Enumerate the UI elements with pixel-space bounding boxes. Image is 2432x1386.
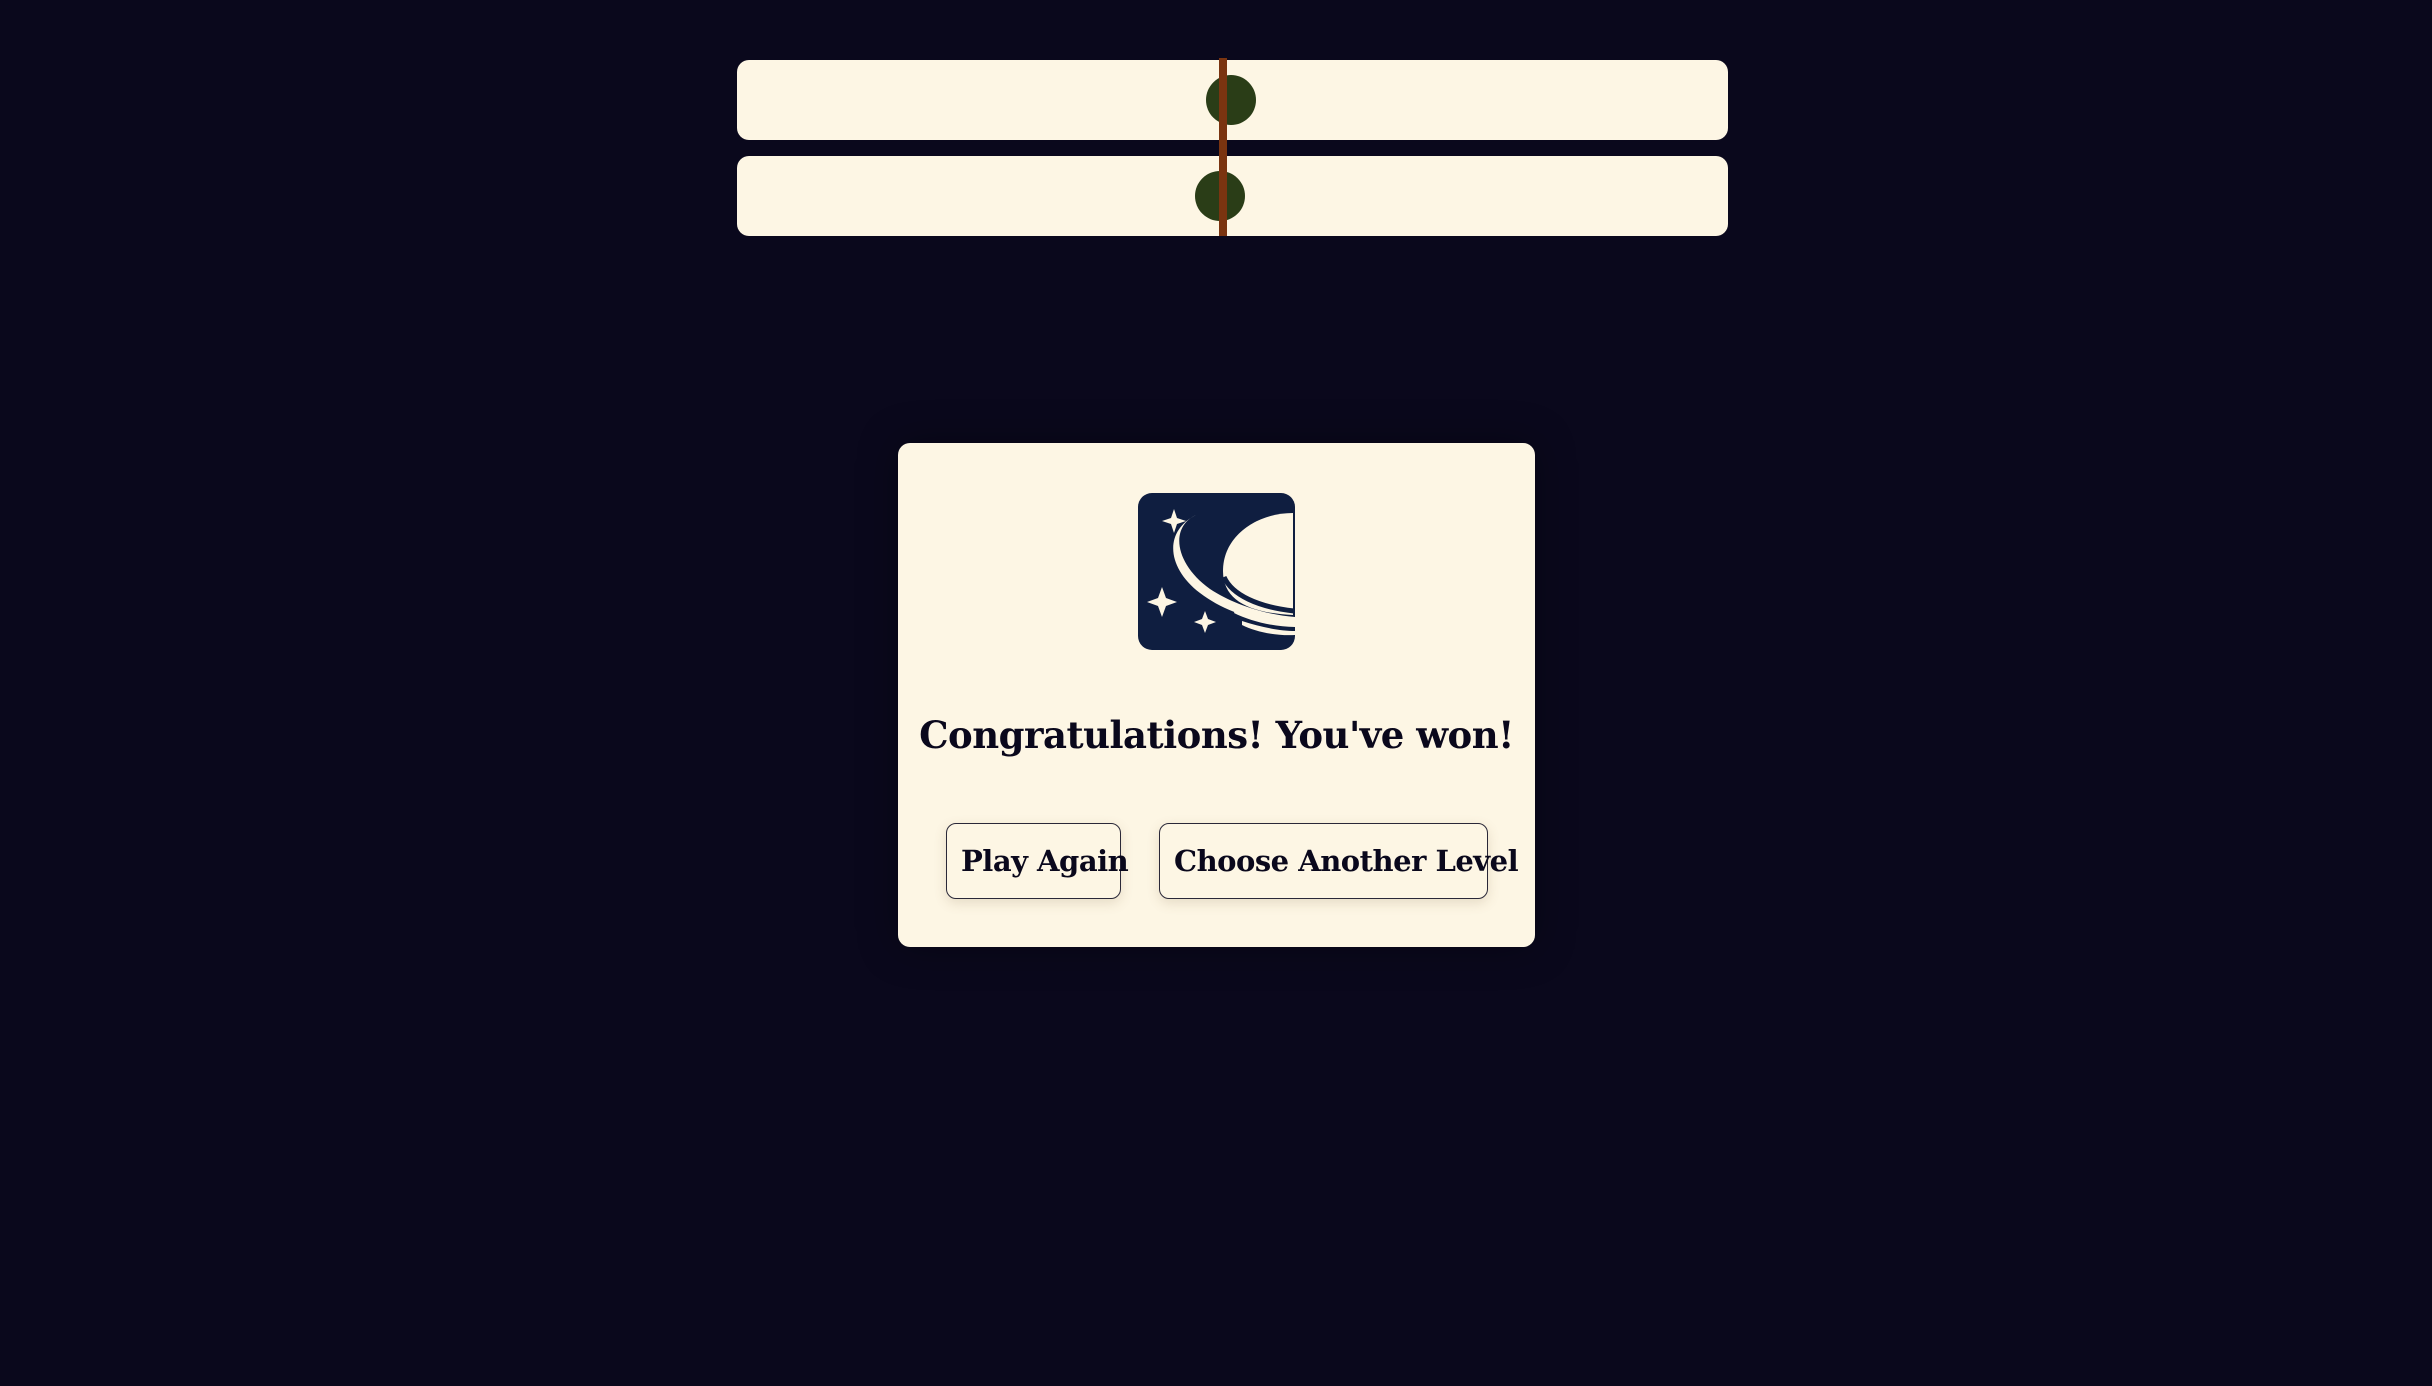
saturn-planet-icon [1138,493,1295,650]
slider-track-1[interactable] [737,60,1728,140]
win-dialog: Congratulations! You've won! Play Again … [898,443,1535,947]
play-again-button[interactable]: Play Again [946,823,1129,899]
target-line [1218,58,1227,236]
slider-marker-1[interactable] [1205,75,1256,125]
win-message: Congratulations! You've won! [919,713,1514,757]
choose-another-level-button[interactable]: Choose Another Level [1159,823,1519,899]
slider-track-2[interactable] [737,156,1728,236]
